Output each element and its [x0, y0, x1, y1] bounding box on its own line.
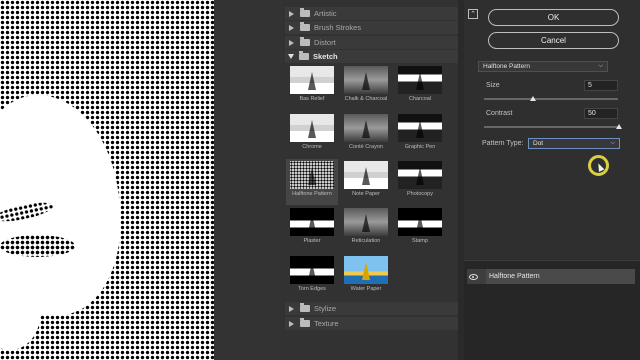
preview-lower-shadow	[0, 235, 75, 257]
filter-thumb-torn-edges[interactable]: Torn Edges	[286, 254, 338, 292]
category-label: Sketch	[313, 52, 338, 61]
thumb-label: Halftone Pattern	[292, 191, 332, 197]
filter-thumb-halftone-pattern[interactable]: Halftone Pattern	[286, 159, 338, 205]
folder-icon	[300, 8, 310, 17]
cancel-button[interactable]: Cancel	[488, 32, 619, 49]
visibility-toggle[interactable]	[467, 269, 480, 284]
filter-gallery: Artistic Brush Strokes Distort Sketch Ba…	[282, 0, 462, 360]
expand-arrow-icon	[289, 39, 294, 46]
thumb-image	[398, 161, 442, 189]
category-sketch[interactable]: Sketch	[285, 50, 461, 63]
category-texture[interactable]: Texture	[285, 317, 461, 330]
thumb-label: Reticulation	[351, 238, 381, 244]
category-label: Stylize	[314, 304, 337, 313]
expand-arrow-icon	[289, 24, 294, 31]
thumb-image	[290, 66, 334, 94]
thumb-image	[344, 114, 388, 142]
filter-thumb-conte-crayon[interactable]: Conté Crayon	[340, 112, 392, 150]
filter-thumb-chrome[interactable]: Chrome	[286, 112, 338, 150]
thumb-image	[398, 208, 442, 236]
filter-thumb-water-paper[interactable]: Water Paper	[340, 254, 392, 292]
thumb-image	[290, 256, 334, 284]
thumb-label: Chrome	[302, 144, 322, 150]
filter-thumb-chalk-charcoal[interactable]: Chalk & Charcoal	[340, 64, 392, 102]
preview-border	[214, 0, 282, 360]
size-label: Size	[486, 82, 500, 89]
category-distort[interactable]: Distort	[285, 36, 461, 49]
chevron-down-icon: ⌵	[598, 63, 603, 69]
thumb-image	[344, 161, 388, 189]
category-label: Texture	[314, 319, 339, 328]
thumb-image	[290, 114, 334, 142]
contrast-slider-handle[interactable]	[616, 124, 622, 129]
thumb-image	[344, 208, 388, 236]
thumb-label: Graphic Pen	[404, 144, 436, 150]
pattern-type-select[interactable]: Dot ⌵	[528, 138, 620, 149]
eye-icon	[469, 273, 478, 280]
folder-icon	[300, 318, 310, 327]
contrast-input[interactable]: 50	[584, 108, 618, 119]
filter-thumb-note-paper[interactable]: Note Paper	[340, 159, 392, 197]
effect-layer-name: Halftone Pattern	[486, 269, 635, 284]
thumb-label: Water Paper	[350, 286, 382, 292]
filter-select-value: Halftone Pattern	[483, 63, 530, 70]
category-label: Brush Strokes	[314, 23, 362, 32]
chevron-down-icon: ⌵	[610, 140, 615, 146]
expand-arrow-icon	[289, 320, 294, 327]
category-brush-strokes[interactable]: Brush Strokes	[285, 21, 461, 34]
ok-button[interactable]: OK	[488, 9, 619, 26]
size-slider-track[interactable]	[484, 98, 618, 100]
folder-icon	[300, 37, 310, 46]
pattern-type-label: Pattern Type:	[482, 140, 524, 147]
effect-layer-row[interactable]: Halftone Pattern	[467, 269, 635, 284]
effect-layers-panel: Halftone Pattern	[464, 260, 640, 360]
thumb-image	[344, 66, 388, 94]
folder-icon	[300, 303, 310, 312]
thumb-label: Photocopy	[407, 191, 433, 197]
preview-canvas[interactable]	[0, 0, 214, 360]
thumb-image	[398, 114, 442, 142]
thumb-label: Stamp	[412, 238, 428, 244]
category-stylize[interactable]: Stylize	[285, 302, 461, 315]
folder-open-icon	[299, 51, 309, 60]
thumb-image	[344, 256, 388, 284]
filter-thumb-charcoal[interactable]: Charcoal	[394, 64, 446, 102]
thumb-label: Note Paper	[352, 191, 380, 197]
thumb-image	[290, 208, 334, 236]
filter-thumb-plaster[interactable]: Plaster	[286, 206, 338, 244]
thumb-label: Conté Crayon	[349, 144, 383, 150]
thumb-label: Torn Edges	[298, 286, 326, 292]
filter-thumb-bas-relief[interactable]: Bas Relief	[286, 64, 338, 102]
category-label: Distort	[314, 38, 336, 47]
filter-thumb-graphic-pen[interactable]: Graphic Pen	[394, 112, 446, 150]
filter-thumb-reticulation[interactable]: Reticulation	[340, 206, 392, 244]
folder-icon	[300, 22, 310, 31]
expand-arrow-icon	[289, 10, 294, 17]
category-artistic[interactable]: Artistic	[285, 7, 461, 20]
pattern-type-value: Dot	[533, 140, 544, 147]
category-label: Artistic	[314, 9, 337, 18]
thumb-label: Charcoal	[408, 96, 431, 102]
collapse-arrow-icon	[288, 54, 294, 59]
thumb-label: Chalk & Charcoal	[344, 96, 388, 102]
filter-select[interactable]: Halftone Pattern ⌵	[478, 61, 608, 72]
filter-thumb-stamp[interactable]: Stamp	[394, 206, 446, 244]
size-slider-handle[interactable]	[530, 96, 536, 101]
thumb-image	[290, 161, 334, 189]
thumb-label: Bas Relief	[299, 96, 325, 102]
contrast-label: Contrast	[486, 110, 513, 117]
contrast-slider-track[interactable]	[484, 126, 618, 128]
filter-thumb-photocopy[interactable]: Photocopy	[394, 159, 446, 197]
size-input[interactable]: 5	[584, 80, 618, 91]
thumb-label: Plaster	[303, 238, 321, 244]
thumb-image	[398, 66, 442, 94]
collapse-gallery-button[interactable]: ⌃	[468, 9, 478, 19]
expand-arrow-icon	[289, 305, 294, 312]
chevron-up-icon: ⌃	[470, 10, 476, 18]
